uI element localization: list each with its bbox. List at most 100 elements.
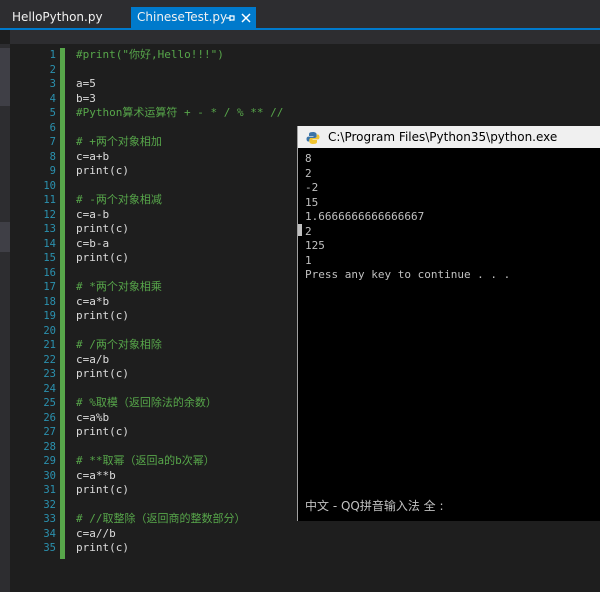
console-output-line: 8 (305, 152, 312, 165)
line-number: 5 (49, 107, 56, 119)
console-output-line: 1 (305, 253, 312, 267)
code-comment-line[interactable]: # *两个对象相乘 (76, 280, 283, 295)
console-output-line: 2 (305, 224, 312, 238)
line-number: 13 (43, 223, 56, 235)
python-icon (306, 130, 320, 144)
code-line[interactable]: print(c) (76, 251, 283, 266)
code-line[interactable] (76, 324, 283, 339)
code-line[interactable]: print(c) (76, 222, 283, 237)
line-number: 8 (49, 150, 56, 163)
code-comment-line[interactable]: #Python算术运算符 + - * / % ** // (76, 106, 283, 121)
console-output-line: 15 (305, 195, 319, 209)
line-number: 14 (43, 237, 56, 250)
tab-chinesetest[interactable]: ChineseTest.py (131, 7, 256, 28)
line-number: 26 (43, 411, 56, 424)
line-number: 4 (49, 92, 56, 105)
code-line[interactable]: print(c) (76, 367, 283, 382)
line-number: 12 (43, 208, 56, 221)
tab-label: HelloPython.py (12, 10, 103, 24)
code-line[interactable] (76, 382, 283, 397)
code-line[interactable]: c=a*b (76, 295, 283, 310)
line-number: 25 (43, 397, 56, 409)
navigation-bar (10, 30, 600, 44)
code-line[interactable]: c=a//b (76, 527, 283, 542)
line-number: 7 (49, 136, 56, 148)
line-number: 9 (49, 165, 56, 177)
code-line[interactable]: a=5 (76, 77, 283, 92)
line-number: 17 (43, 281, 56, 293)
margin-marker (0, 222, 10, 252)
close-icon[interactable] (241, 7, 251, 28)
code-line[interactable]: print(c) (76, 541, 283, 556)
code-line[interactable]: c=b-a (76, 237, 283, 252)
code-line[interactable] (76, 498, 283, 513)
code-line[interactable] (76, 63, 283, 78)
code-line[interactable]: print(c) (76, 164, 283, 179)
code-comment-line[interactable]: #print("你好,Hello!!!") (76, 48, 283, 63)
console-output-line: Press any key to continue . . . (305, 268, 511, 281)
pin-icon[interactable] (225, 7, 235, 28)
console-output-line: -2 (305, 181, 319, 194)
code-line[interactable]: c=a%b (76, 411, 283, 426)
margin-marker (0, 48, 10, 106)
console-output-line: 125 (305, 239, 325, 252)
line-number: 21 (43, 339, 56, 351)
line-number: 1 (49, 49, 56, 61)
code-line[interactable] (76, 440, 283, 455)
code-line[interactable] (76, 266, 283, 281)
line-number: 30 (43, 469, 56, 482)
line-number: 33 (43, 513, 56, 525)
code-line[interactable]: print(c) (76, 425, 283, 440)
change-tracking-bar (60, 48, 65, 559)
code-line[interactable] (76, 179, 283, 194)
code-line[interactable]: c=a**b (76, 469, 283, 484)
console-output: 8 2 -2 15 1.6666666666666667 2 125 1 Press any k… (305, 152, 600, 283)
line-number: 29 (43, 455, 56, 467)
line-number: 18 (43, 295, 56, 308)
code-line[interactable]: c=a-b (76, 208, 283, 223)
code-comment-line[interactable]: # /两个对象相除 (76, 338, 283, 353)
code-comment-line[interactable]: # %取模（返回除法的余数） (76, 396, 283, 411)
code-comment-line[interactable]: # //取整除（返回商的整数部分） (76, 512, 283, 527)
console-title-bar[interactable]: C:\Program Files\Python35\python.exe (298, 126, 600, 148)
tab-label: ChineseTest.py (137, 10, 228, 24)
code-line[interactable]: c=a+b (76, 150, 283, 165)
line-number: 28 (43, 440, 56, 453)
line-number: 15 (43, 252, 56, 264)
editor-left-margin (0, 44, 10, 592)
code-line[interactable]: b=3 (76, 92, 283, 107)
ime-status-bar: 中文 - QQ拼音输入法 全 : (305, 499, 444, 513)
line-number: 22 (43, 353, 56, 366)
line-number: 23 (43, 368, 56, 380)
code-line[interactable]: c=a/b (76, 353, 283, 368)
line-number: 10 (43, 179, 56, 192)
code-line[interactable]: print(c) (76, 483, 283, 498)
line-number: 32 (43, 498, 56, 511)
console-output-line: 1.6666666666666667 (305, 210, 425, 223)
line-number: 27 (43, 426, 56, 438)
line-number: 35 (43, 542, 56, 554)
code-line[interactable]: print(c) (76, 309, 283, 324)
tab-hellopython[interactable]: HelloPython.py (0, 7, 128, 28)
line-number: 24 (43, 382, 56, 395)
console-cursor-marker (298, 224, 302, 236)
line-number: 19 (43, 310, 56, 322)
line-number: 31 (43, 484, 56, 496)
line-number-gutter: 1 2 3 4 5 6 7 8 9 10 11 12 13 14 15 16 17 18 19 20 21 22 23 24 2… (10, 48, 60, 556)
line-number: 34 (43, 527, 56, 540)
line-number: 2 (49, 63, 56, 76)
console-title: C:\Program Files\Python35\python.exe (328, 130, 558, 144)
console-output-line: 2 (305, 166, 312, 180)
line-number: 6 (49, 121, 56, 134)
document-tab-bar: HelloPython.py ChineseTest.py (0, 0, 600, 28)
code-comment-line[interactable]: # -两个对象相减 (76, 193, 283, 208)
line-number: 11 (43, 194, 56, 206)
python-console-window[interactable]: C:\Program Files\Python35\python.exe 82-… (297, 126, 600, 521)
code-line[interactable] (76, 121, 283, 136)
code-comment-line[interactable]: # **取幂（返回a的b次幂） (76, 454, 283, 469)
code-comment-line[interactable]: # +两个对象相加 (76, 135, 283, 150)
line-number: 3 (49, 78, 56, 90)
line-number: 16 (43, 266, 56, 279)
code-area[interactable]: #print("你好,Hello!!!") a=5 b=3 #Python算术运算符 … (76, 48, 283, 556)
line-number: 20 (43, 324, 56, 337)
